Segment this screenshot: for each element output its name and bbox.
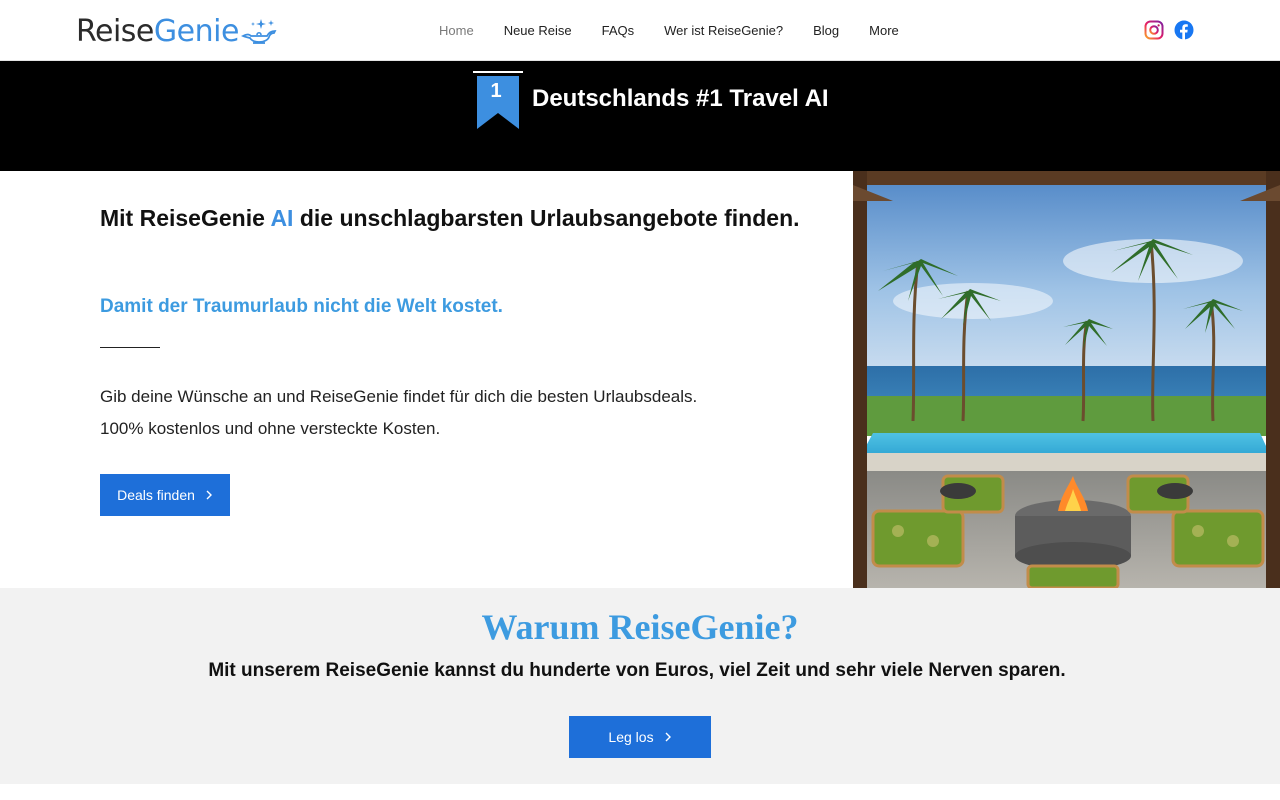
chevron-right-icon [206,490,212,500]
social-links [1144,20,1194,40]
footer-strip [0,784,1280,800]
instagram-icon[interactable] [1144,20,1164,40]
leg-los-button[interactable]: Leg los [569,716,711,758]
why-text: Mit unserem ReiseGenie kannst du hundert… [208,660,1066,681]
top-banner: 1 Deutschlands #1 Travel AI [0,61,1280,171]
why-title: Warum ReiseGenie? [481,607,799,647]
resort-photo [853,171,1280,588]
hero-subheading: Damit der Traumurlaub nicht die Welt kos… [100,296,503,317]
logo-text: ReiseGenie [76,13,239,49]
chevron-right-icon [665,732,671,742]
hero-body: Gib deine Wünsche an und ReiseGenie find… [100,387,698,438]
nav-blog[interactable]: Blog [798,23,854,38]
facebook-icon[interactable] [1174,20,1194,40]
divider [100,347,160,348]
nav-home[interactable]: Home [424,23,489,38]
why-section: Warum ReiseGenie? Mit unserem ReiseGenie… [0,588,1280,784]
hero-section: Mit ReiseGenie AI die unschlagbarsten Ur… [0,171,1280,588]
hero-heading: Mit ReiseGenie AI die unschlagbarsten Ur… [100,205,800,231]
site-logo[interactable]: ReiseGenie [76,13,277,49]
rank-ribbon-icon: 1 [473,71,523,129]
nav-more[interactable]: More [854,23,914,38]
banner-title: Deutschlands #1 Travel AI [532,85,829,112]
nav-faqs[interactable]: FAQs [587,23,650,38]
magic-lamp-icon [240,19,277,44]
rank-number: 1 [490,80,501,102]
site-header: ReiseGenie Home Neue Reise FAQs Wer ist … [0,0,1280,61]
nav-neue-reise[interactable]: Neue Reise [489,23,587,38]
deals-finden-button[interactable]: Deals finden [100,474,230,516]
nav-wer-ist-reisegenie[interactable]: Wer ist ReiseGenie? [649,23,798,38]
main-nav: Home Neue Reise FAQs Wer ist ReiseGenie?… [424,0,914,61]
